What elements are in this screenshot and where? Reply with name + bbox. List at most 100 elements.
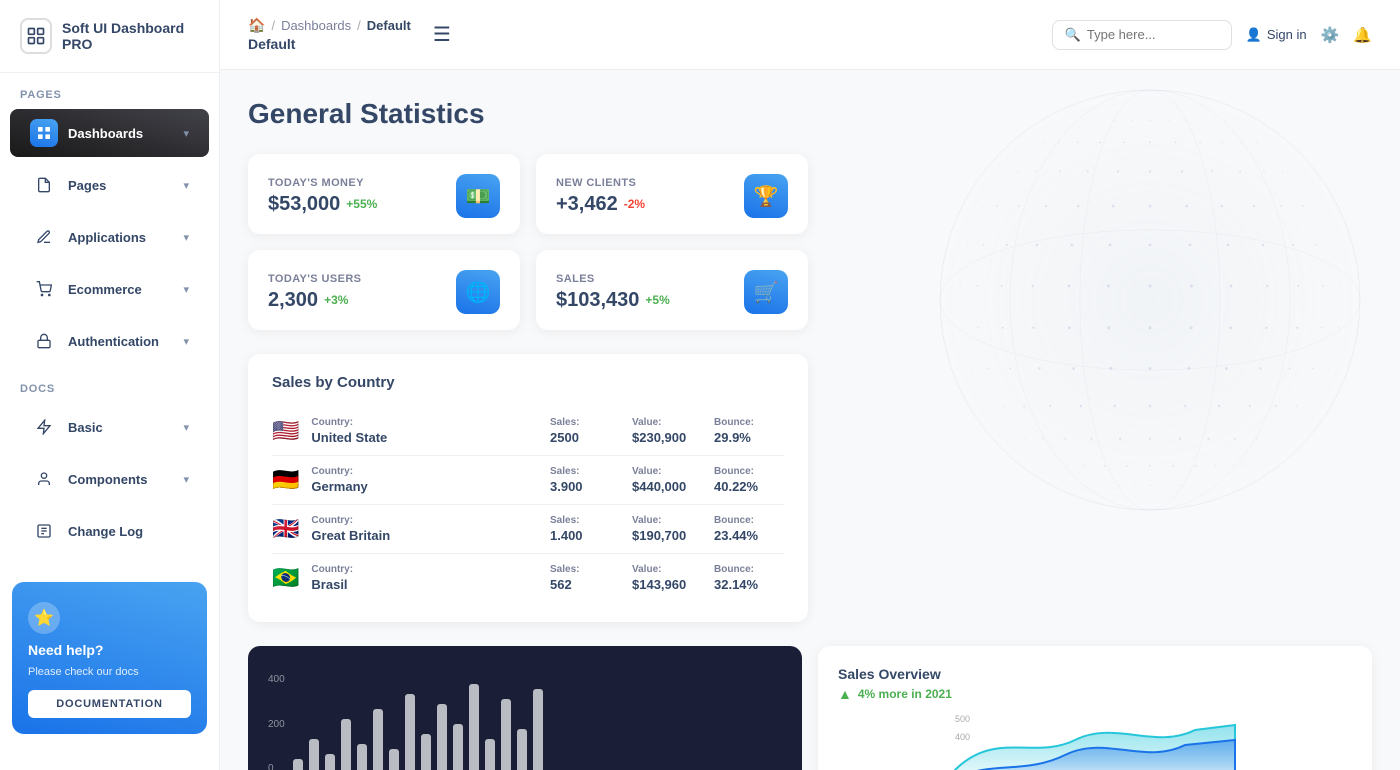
bar-chart-bars <box>293 674 543 770</box>
sidebar-item-authentication[interactable]: Authentication ▾ <box>10 317 209 365</box>
breadcrumb-dashboards[interactable]: Dashboards <box>281 18 351 33</box>
country-sales-col: Sales: 1.400 <box>550 515 620 543</box>
stat-info-sales: Sales $103,430 +5% <box>556 273 670 312</box>
sidebar-item-dashboards-label: Dashboards <box>68 126 183 141</box>
breadcrumb-current: Default <box>367 18 411 33</box>
authentication-icon <box>30 327 58 355</box>
country-bounce-col: Bounce: 32.14% <box>714 564 784 592</box>
sales-value: 2500 <box>550 430 620 445</box>
sales-value: 562 <box>550 577 620 592</box>
stat-card-clients: New Clients +3,462 -2% 🏆 <box>536 154 808 234</box>
pages-icon <box>30 171 58 199</box>
pages-section-label: PAGES <box>0 73 219 107</box>
help-title: Need help? <box>28 642 103 658</box>
applications-icon <box>30 223 58 251</box>
bounce-label: Bounce: <box>714 417 784 428</box>
country-label: Country: <box>311 417 538 428</box>
authentication-chevron-icon: ▾ <box>183 335 189 348</box>
users-icon: 🌐 <box>466 280 491 305</box>
stat-info-clients: New Clients +3,462 -2% <box>556 177 645 216</box>
bar <box>325 754 335 770</box>
bounce-rate: 23.44% <box>714 528 784 543</box>
hamburger-menu[interactable]: ☰ <box>427 16 457 53</box>
breadcrumb: 🏠 / Dashboards / Default Default <box>248 17 411 52</box>
sign-in-label: Sign in <box>1267 27 1307 42</box>
country-sales-col: Sales: 562 <box>550 564 620 592</box>
country-name: Brasil <box>311 577 538 592</box>
stat-card-money: Today's Money $53,000 +55% 💵 <box>248 154 520 234</box>
sign-in-button[interactable]: 👤 Sign in <box>1246 27 1307 43</box>
bar <box>517 729 527 770</box>
trend-up-icon: ▲ <box>838 686 852 702</box>
sidebar-item-changelog[interactable]: Change Log <box>10 507 209 555</box>
breadcrumb-sep-1: / <box>271 18 275 33</box>
search-box[interactable]: 🔍 <box>1052 20 1232 50</box>
sales-by-country-title: Sales by Country <box>272 374 784 391</box>
basic-chevron-icon: ▾ <box>183 421 189 434</box>
stat-value-money: $53,000 +55% <box>268 193 377 216</box>
sales-label: Sales: <box>550 515 620 526</box>
country-rows-container: 🇺🇸 Country: United State Sales: 2500 Val… <box>272 407 784 602</box>
sidebar-item-applications[interactable]: Applications ▾ <box>10 213 209 261</box>
globe-decoration: // Dots will be generated by JS below <box>800 70 1400 570</box>
bar <box>309 739 319 770</box>
notification-icon[interactable]: 🔔 <box>1353 26 1372 44</box>
documentation-button[interactable]: DOCUMENTATION <box>28 690 191 718</box>
country-flag: 🇩🇪 <box>272 467 299 493</box>
country-flag: 🇧🇷 <box>272 565 299 591</box>
bottom-charts: 400 200 0 Sales Overview ▲ 4% more in 20… <box>248 646 1372 770</box>
sidebar-item-pages[interactable]: Pages ▾ <box>10 161 209 209</box>
country-bounce-col: Bounce: 40.22% <box>714 466 784 494</box>
sales-label: Sales: <box>550 466 620 477</box>
bar <box>421 734 431 770</box>
users-value: 2,300 <box>268 289 318 312</box>
sidebar-item-basic[interactable]: Basic ▾ <box>10 403 209 451</box>
components-chevron-icon: ▾ <box>183 473 189 486</box>
chart-inner: 400 200 0 <box>268 674 782 770</box>
sidebar-item-changelog-label: Change Log <box>68 524 189 539</box>
money-icon: 💵 <box>466 184 491 209</box>
bounce-rate: 32.14% <box>714 577 784 592</box>
value-label: Value: <box>632 515 702 526</box>
sales-change: +5% <box>645 293 669 307</box>
bar <box>389 749 399 770</box>
search-input[interactable] <box>1087 27 1219 42</box>
stat-info-money: Today's Money $53,000 +55% <box>268 177 377 216</box>
country-name-col: Country: United State <box>311 417 538 445</box>
value-label: Value: <box>632 564 702 575</box>
sidebar-item-pages-label: Pages <box>68 178 183 193</box>
sales-value: $103,430 <box>556 289 639 312</box>
sidebar-item-components[interactable]: Components ▾ <box>10 455 209 503</box>
bar <box>485 739 495 770</box>
page-subtitle: Default <box>248 36 411 52</box>
sales-overview-chart: 500 400 <box>838 710 1352 770</box>
country-label: Country: <box>311 564 538 575</box>
sales-overview-subtitle: 4% more in 2021 <box>858 687 952 701</box>
country-bounce-col: Bounce: 29.9% <box>714 417 784 445</box>
help-card: ⭐ Need help? Please check our docs DOCUM… <box>12 582 207 734</box>
sales-icon-wrap: 🛒 <box>744 270 788 314</box>
sales-overview-title: Sales Overview <box>838 666 1352 682</box>
sales-value: 3.900 <box>550 479 620 494</box>
components-icon <box>30 465 58 493</box>
bar <box>437 704 447 770</box>
basic-icon <box>30 413 58 441</box>
settings-icon[interactable]: ⚙️ <box>1321 26 1340 44</box>
bounce-label: Bounce: <box>714 564 784 575</box>
country-flag: 🇬🇧 <box>272 516 299 542</box>
ecommerce-chevron-icon: ▾ <box>183 283 189 296</box>
country-row: 🇬🇧 Country: Great Britain Sales: 1.400 V… <box>272 505 784 554</box>
clients-icon-wrap: 🏆 <box>744 174 788 218</box>
users-icon-wrap: 🌐 <box>456 270 500 314</box>
breadcrumb-sep-2: / <box>357 18 361 33</box>
sidebar-item-applications-label: Applications <box>68 230 183 245</box>
bar <box>293 759 303 770</box>
home-icon[interactable]: 🏠 <box>248 17 265 34</box>
sidebar-item-dashboards[interactable]: Dashboards ▾ <box>10 109 209 157</box>
country-row: 🇺🇸 Country: United State Sales: 2500 Val… <box>272 407 784 456</box>
sidebar-logo: Soft UI Dashboard PRO <box>0 0 219 73</box>
country-flag: 🇺🇸 <box>272 418 299 444</box>
help-star-icon: ⭐ <box>28 602 60 634</box>
sidebar-item-ecommerce[interactable]: Ecommerce ▾ <box>10 265 209 313</box>
y-label-200: 200 <box>268 719 285 730</box>
